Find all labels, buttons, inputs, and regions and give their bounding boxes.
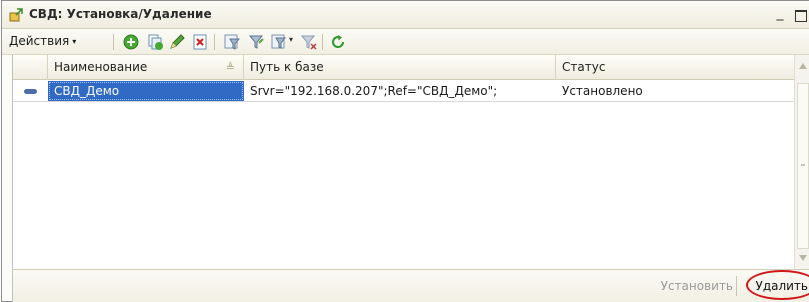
- footer-divider: [736, 276, 737, 296]
- delete-icon[interactable]: [191, 33, 209, 51]
- scroll-up-arrow-icon[interactable]: [799, 63, 807, 69]
- header-marker-column: [13, 55, 48, 80]
- actions-menu-label: Действия: [9, 34, 70, 48]
- scrollbar-grip-icon: [801, 164, 805, 166]
- row-status-cell[interactable]: Установлено: [556, 81, 795, 101]
- header-path-label: Путь к базе: [250, 60, 324, 74]
- row-path-cell[interactable]: Srvr="192.168.0.207";Ref="СВД_Демо";: [244, 81, 556, 101]
- edit-icon[interactable]: [168, 33, 186, 51]
- header-path[interactable]: Путь к базе: [244, 55, 556, 80]
- row-name-cell[interactable]: СВД_Демо: [48, 81, 244, 101]
- chevron-down-icon[interactable]: ▾: [289, 35, 293, 44]
- copy-icon[interactable]: [146, 33, 164, 51]
- filter-value-icon[interactable]: [247, 33, 265, 51]
- filter-icon[interactable]: [223, 33, 241, 51]
- header-name[interactable]: Наименование ≜: [48, 55, 244, 80]
- filter-list-icon[interactable]: [270, 33, 288, 51]
- install-remove-window: СВД: Установка/Удаление _ Действия ▾ ▾ Н…: [1, 0, 809, 302]
- minimize-button[interactable]: _: [773, 6, 787, 22]
- toolbar: Действия ▾ ▾: [2, 29, 809, 55]
- refresh-icon[interactable]: [329, 33, 347, 51]
- actions-menu-button[interactable]: Действия ▾: [5, 32, 80, 52]
- toolbar-divider: [214, 34, 215, 50]
- install-button[interactable]: Установить: [661, 279, 733, 293]
- window-title: СВД: Установка/Удаление: [29, 7, 212, 21]
- toolbar-divider: [322, 34, 323, 50]
- bases-table: Наименование ≜ Путь к базе Статус СВД_Де…: [12, 55, 809, 269]
- table-row[interactable]: СВД_Демо Srvr="192.168.0.207";Ref="СВД_Д…: [13, 81, 795, 102]
- footer-buttons: Установить Удалить: [12, 269, 809, 302]
- header-name-label: Наименование: [54, 60, 148, 74]
- database-setup-icon: [9, 8, 23, 22]
- scroll-down-arrow-icon[interactable]: [799, 255, 807, 261]
- toolbar-divider: [113, 34, 114, 50]
- header-status-label: Статус: [562, 60, 606, 74]
- highlight-circle-annotation: [746, 270, 809, 300]
- chevron-down-icon: ▾: [72, 37, 77, 46]
- title-bar: СВД: Установка/Удаление _: [2, 1, 809, 29]
- vertical-scrollbar[interactable]: [794, 55, 809, 269]
- header-status[interactable]: Статус: [556, 55, 795, 80]
- scrollbar-thumb[interactable]: [797, 83, 809, 249]
- row-item-icon: [24, 89, 37, 94]
- add-icon[interactable]: [122, 33, 140, 51]
- sort-ascending-icon: ≜: [225, 61, 235, 74]
- maximize-button[interactable]: [795, 10, 807, 22]
- table-header: Наименование ≜ Путь к базе Статус: [13, 55, 795, 80]
- clear-filter-icon[interactable]: [300, 33, 318, 51]
